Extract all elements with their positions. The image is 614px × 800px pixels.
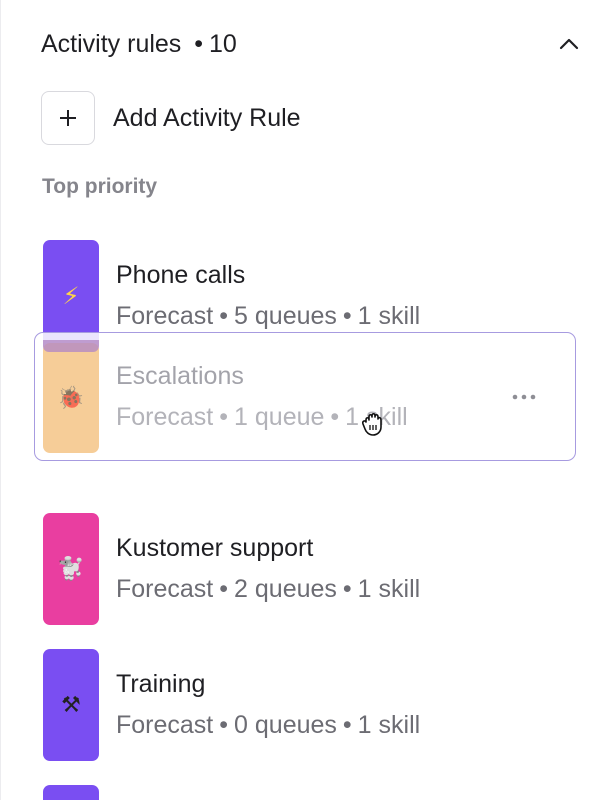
collapse-button[interactable] [554,29,584,59]
meta-separator: • [342,302,352,330]
more-options-button[interactable] [509,385,539,409]
rule-queues: 0 queues [234,711,337,739]
rule-queues: 2 queues [234,575,337,603]
plus-icon [60,110,76,126]
section-title-text: Activity rules [41,29,182,58]
activity-rules-panel: Activity rules • 10 Add Activity Rule Top… [0,0,614,800]
rule-text: Phone calls Forecast • 5 queues • 1 skill [116,240,420,331]
poodle-icon: 🐩 [57,556,85,581]
grab-cursor-icon [362,412,382,436]
rule-name: Escalations [116,362,244,390]
rule-item-training[interactable]: ⚒ Training Forecast • 0 queues • 1 skill [43,649,583,761]
rule-meta: Forecast • 2 queues • 1 skill [116,574,420,604]
rule-meta: Forecast • 0 queues • 1 skill [116,710,420,740]
meta-separator: • [342,575,352,603]
ellipsis-icon [512,394,536,400]
rule-type: Forecast [116,302,214,330]
meta-separator: • [219,403,229,431]
rule-text: Training Forecast • 0 queues • 1 skill [116,649,420,740]
rule-name: Phone calls [116,261,246,289]
priority-section-label: Top priority [42,175,158,198]
rule-meta: Forecast • 5 queues • 1 skill [116,301,420,331]
rule-skills: 1 skill [357,302,421,330]
add-rule-icon-box[interactable] [41,91,95,145]
hammer-pick-icon: ⚒ [61,692,81,717]
rule-type: Forecast [116,711,214,739]
rule-queues: 5 queues [234,302,337,330]
add-activity-rule-button[interactable]: Add Activity Rule [41,91,301,145]
meta-separator: • [330,403,340,431]
meta-separator: • [219,711,229,739]
rule-count: 10 [209,29,237,58]
section-title: Activity rules • 10 [41,30,237,59]
rule-type: Forecast [116,575,214,603]
chevron-up-icon [559,38,579,50]
meta-separator: • [342,711,352,739]
drag-overlap-shadow [43,340,99,352]
rule-item-kustomer-support[interactable]: 🐩 Kustomer support Forecast • 2 queues • 1 s… [43,513,583,625]
rule-item-partial-swatch[interactable] [43,785,99,800]
rule-queues: 1 queue [234,403,325,431]
lightning-bolt-icon: ⚡ [62,282,80,310]
rule-skills: 1 skill [357,575,421,603]
rule-name: Kustomer support [116,534,314,562]
activity-rules-header: Activity rules • 10 [41,26,584,62]
meta-separator: • [219,575,229,603]
add-rule-label: Add Activity Rule [113,103,301,132]
rule-item-escalations-dragging[interactable]: 🐞 Escalations Forecast • 1 queue • 1 skill [34,332,576,461]
rule-color-swatch: 🐩 [43,513,99,625]
rule-name: Training [116,670,206,698]
rule-type: Forecast [116,403,214,431]
rule-color-swatch: 🐞 [43,343,99,453]
title-separator: • [194,29,204,58]
rule-skills: 1 skill [357,711,421,739]
ladybug-icon: 🐞 [57,385,85,410]
rule-color-swatch: ⚒ [43,649,99,761]
rule-text: Kustomer support Forecast • 2 queues • 1 ski… [116,513,420,604]
meta-separator: • [219,302,229,330]
